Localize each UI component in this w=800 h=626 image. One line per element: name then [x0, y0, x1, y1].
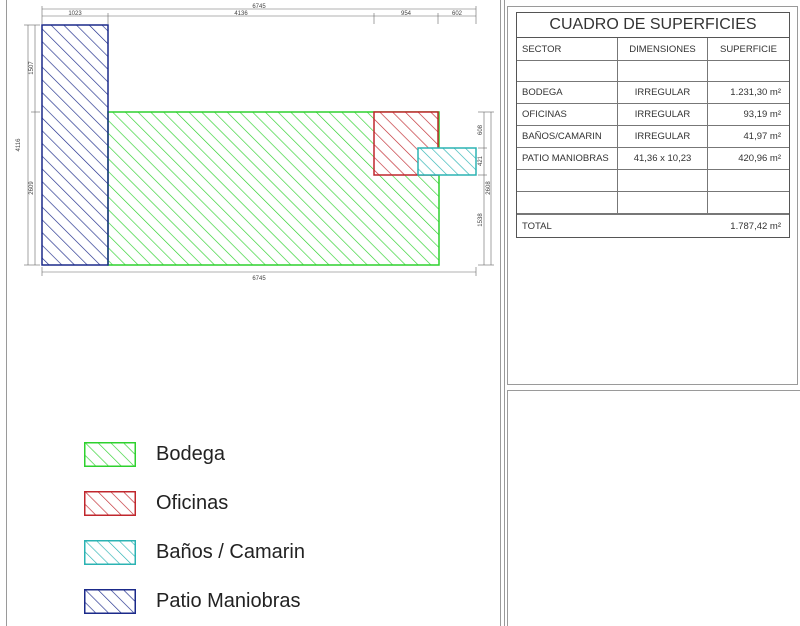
- dim-right-c: 1538: [478, 213, 484, 227]
- legend-swatch-patio-maniobras: [84, 589, 136, 614]
- legend-item-bodega: Bodega: [84, 440, 384, 468]
- legend-item-banos-camarin: Baños / Camarin: [84, 538, 384, 566]
- row-dimensiones: IRREGULAR: [618, 104, 708, 125]
- legend-label-bodega: Bodega: [156, 443, 225, 465]
- frame-right-panel-top-left: [507, 6, 508, 384]
- area-patio-maniobras: [41, 24, 109, 266]
- row-dimensiones: [618, 192, 708, 213]
- area-banos-camarin-hatch: [417, 147, 477, 176]
- legend-item-patio-maniobras: Patio Maniobras: [84, 587, 384, 615]
- dim-top-a: 1023: [68, 11, 82, 17]
- row-sector: [517, 170, 618, 191]
- frame-center-divider: [500, 0, 501, 626]
- dim-top-b: 4136: [234, 11, 248, 17]
- legend-swatch-banos-camarin: [84, 540, 136, 565]
- row-superficie: 420,96 m²: [738, 153, 781, 164]
- dim-right-a: 608: [478, 124, 484, 135]
- table-row: BODEGA IRREGULAR 1.231,30 m²: [517, 82, 789, 104]
- dim-left-top: 1507: [29, 61, 35, 75]
- table-row: BAÑOS/CAMARIN IRREGULAR 41,97 m²: [517, 126, 789, 148]
- frame-right-panel-bottom-left: [507, 390, 508, 626]
- dim-top-c: 954: [401, 11, 412, 17]
- row-superficie: 93,19 m²: [743, 109, 782, 120]
- dim-left-bottom: 2609: [29, 181, 35, 195]
- header-superficie: SUPERFICIE: [719, 43, 777, 55]
- row-sector: BODEGA: [517, 82, 618, 103]
- table-header-row: SECTOR DIMENSIONES SUPERFICIE: [517, 38, 789, 61]
- row-dimensiones: [618, 170, 708, 191]
- dim-top-total: 6745: [252, 4, 266, 10]
- dim-top-d: 602: [452, 11, 463, 17]
- dim-left-total: 4116: [16, 138, 22, 152]
- total-label: TOTAL: [522, 221, 552, 232]
- row-sector: BAÑOS/CAMARIN: [517, 126, 618, 147]
- row-sector: PATIO MANIOBRAS: [517, 148, 618, 169]
- surfaces-table: CUADRO DE SUPERFICIES SECTOR DIMENSIONES…: [516, 12, 790, 238]
- dim-right-d: 2608: [486, 181, 492, 195]
- legend-label-oficinas: Oficinas: [156, 492, 229, 514]
- row-superficie: 1.231,30 m²: [730, 87, 781, 98]
- table-title: CUADRO DE SUPERFICIES: [517, 13, 789, 38]
- frame-right-panel-top-bottom: [507, 384, 798, 385]
- dim-bottom-total: 6745: [252, 276, 266, 282]
- floor-plan: 6745 1023 4136 954 602 4116 1507 2609 60…: [16, 4, 494, 282]
- row-dimensiones: IRREGULAR: [618, 82, 708, 103]
- row-superficie: [708, 170, 789, 191]
- row-dimensiones: [618, 61, 708, 81]
- row-superficie: [708, 61, 789, 81]
- row-sector: [517, 192, 618, 213]
- legend-label-patio-maniobras: Patio Maniobras: [156, 590, 301, 612]
- table-row: [517, 192, 789, 214]
- table-row: [517, 61, 789, 82]
- table-row: OFICINAS IRREGULAR 93,19 m²: [517, 104, 789, 126]
- legend-swatch-bodega: [84, 442, 136, 467]
- row-superficie: 41,97 m²: [743, 131, 782, 142]
- total-value: 1.787,42 m²: [730, 221, 781, 232]
- row-dimensiones: 41,36 x 10,23: [618, 148, 708, 169]
- row-dimensiones: IRREGULAR: [618, 126, 708, 147]
- header-dimensiones: DIMENSIONES: [618, 38, 708, 60]
- legend-swatch-oficinas: [84, 491, 136, 516]
- row-superficie: [708, 192, 789, 213]
- table-row: PATIO MANIOBRAS 41,36 x 10,23 420,96 m²: [517, 148, 789, 170]
- frame-right-panel-top-top: [507, 6, 798, 7]
- legend-item-oficinas: Oficinas: [84, 489, 384, 517]
- frame-right-panel-top-right: [797, 6, 798, 384]
- header-sector: SECTOR: [517, 38, 618, 60]
- table-row: [517, 170, 789, 192]
- frame-center-divider-2: [504, 0, 505, 626]
- legend-label-banos-camarin: Baños / Camarin: [156, 541, 305, 563]
- dim-right-b: 421: [478, 155, 484, 166]
- row-sector: [517, 61, 618, 81]
- row-sector: OFICINAS: [517, 104, 618, 125]
- frame-right-panel-bottom-top: [507, 390, 800, 391]
- table-total-row: TOTAL 1.787,42 m²: [517, 214, 789, 238]
